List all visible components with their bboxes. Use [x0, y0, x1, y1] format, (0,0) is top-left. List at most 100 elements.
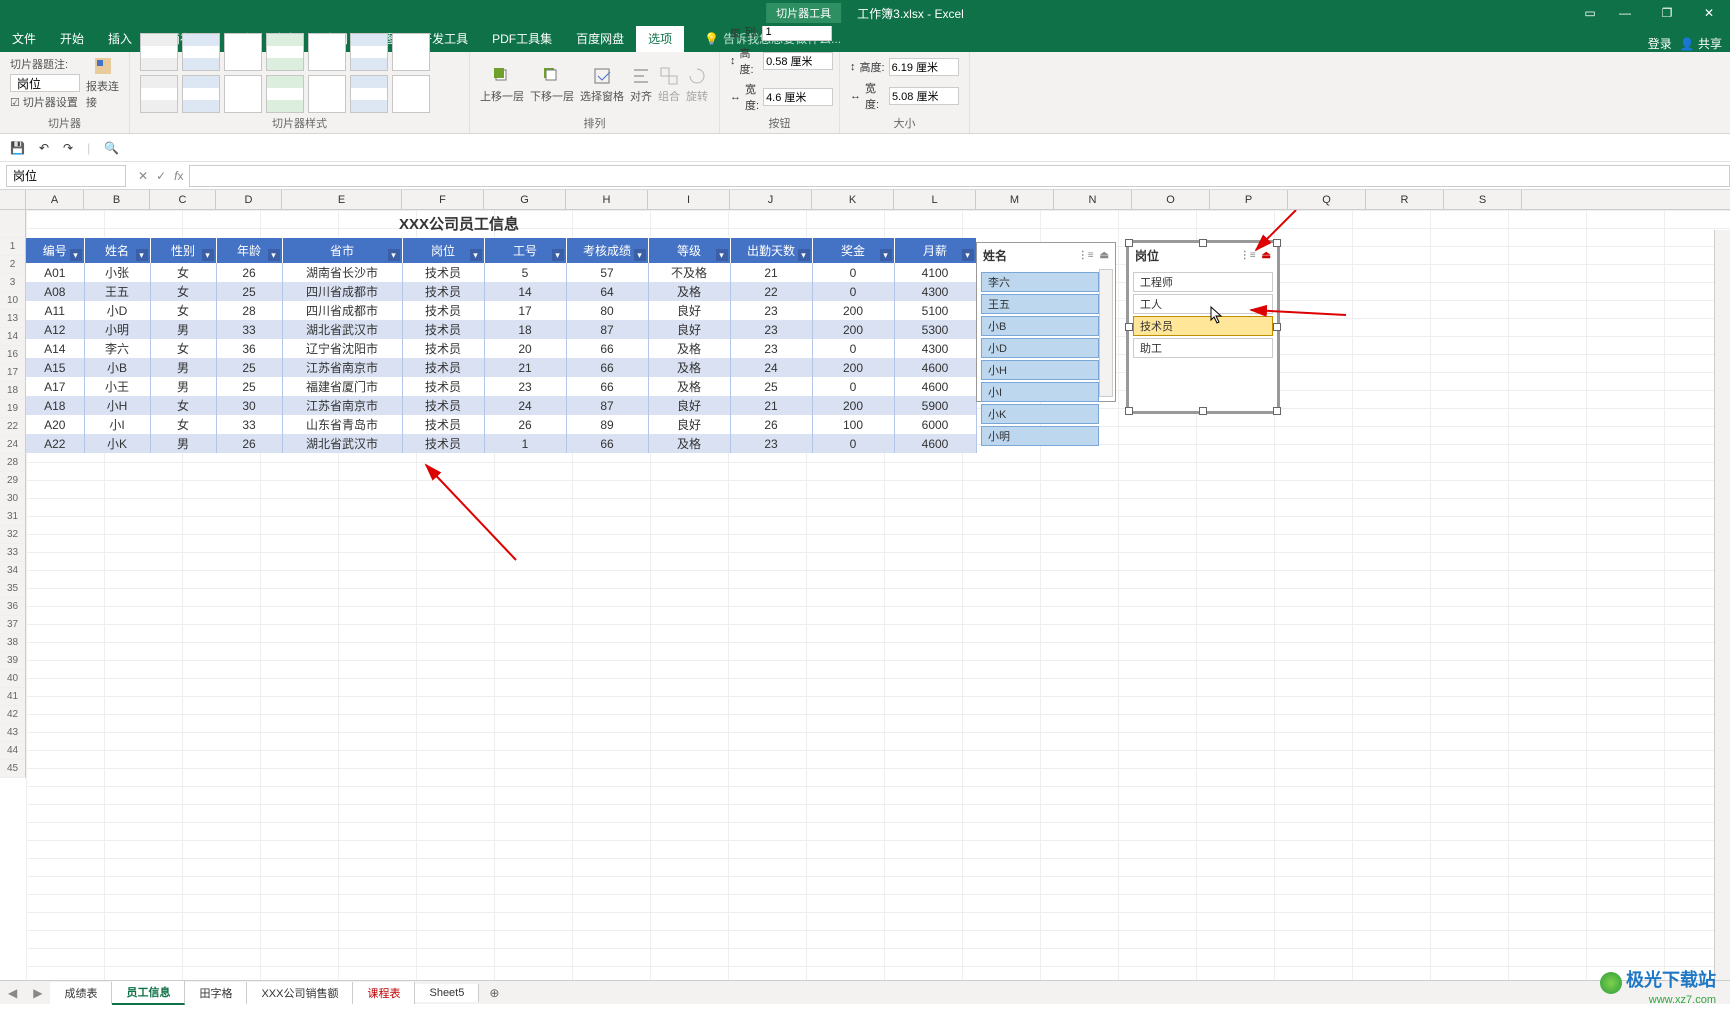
table-cell[interactable]: 辽宁省沈阳市 — [282, 339, 402, 358]
table-cell[interactable]: 4100 — [894, 263, 976, 282]
table-cell[interactable]: 小B — [84, 358, 150, 377]
row-header-22[interactable]: 22 — [0, 418, 26, 436]
table-cell[interactable]: 技术员 — [402, 358, 484, 377]
table-cell[interactable]: 200 — [812, 396, 894, 415]
table-header[interactable]: 考核成绩▾ — [566, 238, 648, 263]
table-cell[interactable]: 22 — [730, 282, 812, 301]
table-cell[interactable]: 男 — [150, 358, 216, 377]
sheet-tab-课程表[interactable]: 课程表 — [353, 982, 415, 1004]
row-header-36[interactable]: 36 — [0, 598, 26, 616]
table-cell[interactable]: 6000 — [894, 415, 976, 434]
ribbon-display-icon[interactable]: ▭ — [1576, 0, 1604, 26]
table-cell[interactable]: 80 — [566, 301, 648, 320]
table-cell[interactable]: 女 — [150, 301, 216, 320]
table-cell[interactable]: 女 — [150, 415, 216, 434]
row-header-37[interactable]: 37 — [0, 616, 26, 634]
row-header-24[interactable]: 24 — [0, 436, 26, 454]
table-cell[interactable]: 200 — [812, 301, 894, 320]
ribbon-tab-文件[interactable]: 文件 — [0, 25, 48, 52]
slicer-item[interactable]: 小B — [981, 316, 1099, 336]
row-header-28[interactable]: 28 — [0, 454, 26, 472]
table-cell[interactable]: 女 — [150, 263, 216, 282]
row-header-30[interactable]: 30 — [0, 490, 26, 508]
ribbon-tab-插入[interactable]: 插入 — [96, 25, 144, 52]
row-header-42[interactable]: 42 — [0, 706, 26, 724]
table-cell[interactable]: A12 — [26, 320, 84, 339]
new-sheet-button[interactable]: ⊕ — [479, 986, 509, 1000]
table-header[interactable]: 编号▾ — [26, 238, 84, 263]
sheet-tab-XXX公司销售额[interactable]: XXX公司销售额 — [247, 982, 353, 1004]
row-header-3[interactable]: 3 — [0, 274, 26, 292]
table-cell[interactable]: 0 — [812, 339, 894, 358]
col-header-M[interactable]: M — [976, 190, 1054, 209]
col-header-K[interactable]: K — [812, 190, 894, 209]
table-cell[interactable]: 4300 — [894, 282, 976, 301]
table-cell[interactable]: 小I — [84, 415, 150, 434]
table-cell[interactable]: 24 — [730, 358, 812, 377]
table-cell[interactable]: 李六 — [84, 339, 150, 358]
row-header-45[interactable]: 45 — [0, 760, 26, 778]
table-cell[interactable]: 四川省成都市 — [282, 282, 402, 301]
table-cell[interactable]: 25 — [216, 377, 282, 396]
slicer-item[interactable]: 小I — [981, 382, 1099, 402]
row-header-41[interactable]: 41 — [0, 688, 26, 706]
tab-nav-next[interactable]: ▶ — [25, 986, 50, 1000]
filter-dropdown-icon[interactable]: ▾ — [136, 249, 148, 261]
table-cell[interactable]: 江苏省南京市 — [282, 358, 402, 377]
table-header[interactable]: 出勤天数▾ — [730, 238, 812, 263]
table-header[interactable]: 性别▾ — [150, 238, 216, 263]
table-cell[interactable]: 小明 — [84, 320, 150, 339]
table-cell[interactable]: 女 — [150, 339, 216, 358]
table-cell[interactable]: 及格 — [648, 339, 730, 358]
slicer-caption-input[interactable] — [10, 74, 80, 92]
sheet-tab-成绩表[interactable]: 成绩表 — [50, 982, 112, 1004]
print-preview-icon[interactable]: 🔍 — [104, 141, 119, 155]
row-header-18[interactable]: 18 — [0, 382, 26, 400]
table-header[interactable]: 年龄▾ — [216, 238, 282, 263]
row-header-1[interactable]: 1 — [0, 238, 26, 256]
redo-icon[interactable]: ↷ — [63, 141, 73, 155]
table-cell[interactable]: 4600 — [894, 358, 976, 377]
table-cell[interactable]: 5100 — [894, 301, 976, 320]
table-cell[interactable]: 26 — [216, 434, 282, 453]
filter-dropdown-icon[interactable]: ▾ — [470, 249, 482, 261]
table-cell[interactable]: 21 — [730, 263, 812, 282]
table-cell[interactable]: 小王 — [84, 377, 150, 396]
table-cell[interactable]: 57 — [566, 263, 648, 282]
row-header-13[interactable]: 13 — [0, 310, 26, 328]
filter-dropdown-icon[interactable]: ▾ — [268, 249, 280, 261]
table-cell[interactable]: A17 — [26, 377, 84, 396]
table-header[interactable]: 省市▾ — [282, 238, 402, 263]
enter-icon[interactable]: ✓ — [156, 169, 166, 183]
table-cell[interactable]: 14 — [484, 282, 566, 301]
restore-button[interactable]: ❐ — [1646, 0, 1688, 26]
slicer-item[interactable]: 小H — [981, 360, 1099, 380]
vertical-scrollbar[interactable] — [1714, 230, 1730, 980]
table-cell[interactable]: 89 — [566, 415, 648, 434]
table-cell[interactable]: 男 — [150, 434, 216, 453]
slicer-post[interactable]: 岗位⋮≡⏏ 工程师工人技术员助工 — [1128, 242, 1278, 412]
col-header-S[interactable]: S — [1444, 190, 1522, 209]
bring-forward-button[interactable]: 上移一层 — [480, 66, 524, 104]
table-cell[interactable]: 100 — [812, 415, 894, 434]
table-cell[interactable]: 87 — [566, 320, 648, 339]
table-cell[interactable]: 1 — [484, 434, 566, 453]
row-header-35[interactable]: 35 — [0, 580, 26, 598]
table-cell[interactable]: A01 — [26, 263, 84, 282]
table-cell[interactable]: 及格 — [648, 358, 730, 377]
table-cell[interactable]: 33 — [216, 320, 282, 339]
table-cell[interactable]: 江苏省南京市 — [282, 396, 402, 415]
table-cell[interactable]: 66 — [566, 339, 648, 358]
filter-dropdown-icon[interactable]: ▾ — [798, 249, 810, 261]
table-cell[interactable]: 及格 — [648, 377, 730, 396]
row-header-17[interactable]: 17 — [0, 364, 26, 382]
table-cell[interactable]: 小张 — [84, 263, 150, 282]
table-cell[interactable]: 良好 — [648, 301, 730, 320]
table-header[interactable]: 工号▾ — [484, 238, 566, 263]
table-cell[interactable]: 技术员 — [402, 396, 484, 415]
table-cell[interactable]: 23 — [730, 434, 812, 453]
table-cell[interactable]: 66 — [566, 358, 648, 377]
ribbon-tab-PDF工具集[interactable]: PDF工具集 — [480, 25, 564, 52]
slicer-item[interactable]: 小明 — [981, 426, 1099, 446]
slicer-item[interactable]: 工人 — [1133, 294, 1273, 314]
